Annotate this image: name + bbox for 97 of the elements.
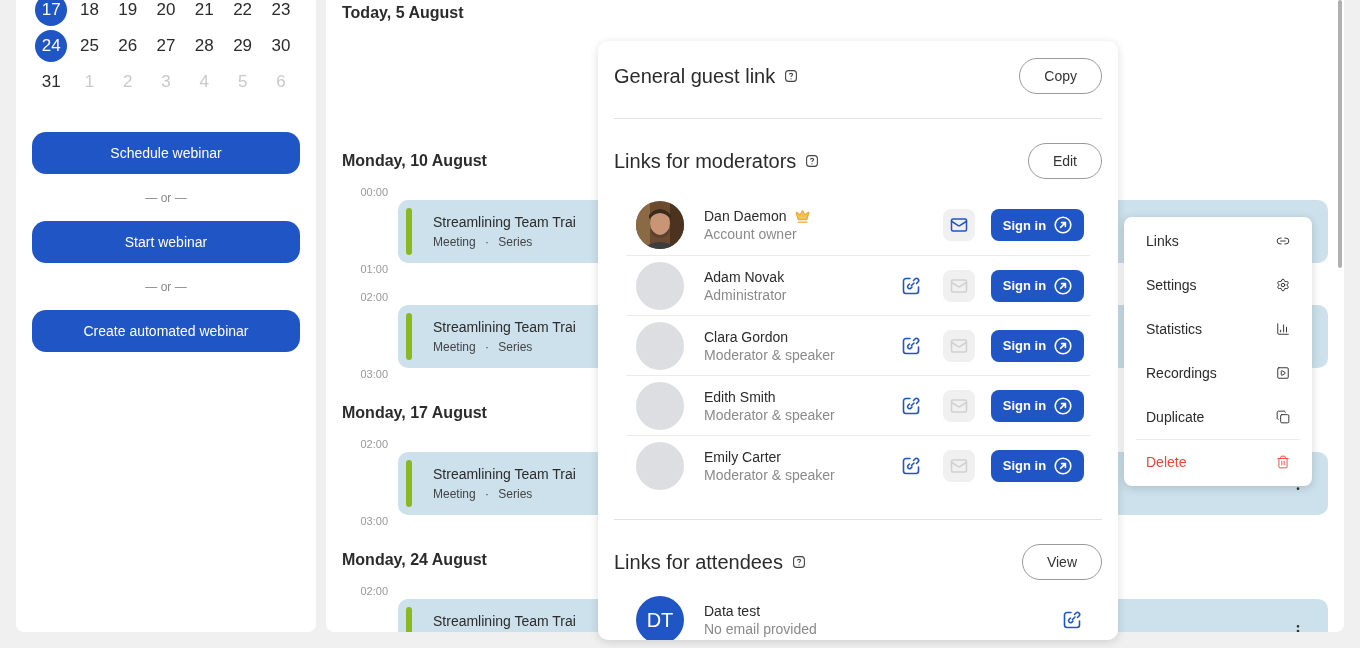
settings-icon bbox=[1276, 278, 1290, 292]
calendar-day[interactable]: 28 bbox=[188, 30, 221, 62]
mail-icon bbox=[950, 396, 968, 415]
event-color-bar bbox=[406, 313, 412, 360]
arrow-circle-icon bbox=[1054, 276, 1073, 295]
sign-in-button[interactable]: Sign in bbox=[991, 389, 1084, 422]
or-separator: — or — bbox=[144, 189, 188, 207]
event-title: Streamlining Team Trai bbox=[433, 214, 576, 230]
section-title: General guest link bbox=[614, 64, 776, 88]
calendar-day[interactable]: 18 bbox=[73, 0, 106, 26]
section-title: Links for attendees bbox=[614, 550, 783, 574]
link-edit-icon bbox=[901, 275, 921, 296]
person-name: Clara Gordon bbox=[704, 328, 789, 345]
calendar-day[interactable]: 29 bbox=[226, 30, 259, 62]
menu-item[interactable]: Settings bbox=[1124, 263, 1312, 307]
link-edit-icon bbox=[901, 335, 921, 356]
person-role: Moderator & speaker bbox=[704, 346, 836, 363]
calendar-day[interactable]: 17 bbox=[35, 0, 68, 26]
menu-item[interactable]: Duplicate bbox=[1124, 395, 1312, 439]
menu-item[interactable]: Delete bbox=[1124, 440, 1312, 484]
person-role: Moderator & speaker bbox=[704, 466, 836, 483]
start-time: 02:00 bbox=[360, 437, 388, 451]
event-meta: Meeting · Series bbox=[433, 235, 533, 249]
day-heading: Monday, 17 August bbox=[342, 403, 487, 423]
copy-icon bbox=[1276, 410, 1290, 424]
event-meta: Meeting · Series bbox=[433, 340, 533, 354]
copy-button[interactable]: Copy bbox=[1019, 58, 1102, 94]
calendar-day[interactable]: 22 bbox=[226, 0, 259, 26]
event-title: Streamlining Team Trai bbox=[433, 466, 576, 482]
help-icon[interactable] bbox=[793, 556, 805, 568]
trash-icon bbox=[1276, 455, 1290, 469]
arrow-circle-icon bbox=[1054, 456, 1073, 475]
calendar-day[interactable]: 27 bbox=[150, 30, 183, 62]
calendar-day[interactable]: 31 bbox=[35, 66, 68, 98]
event-title: Streamlining Team Trai bbox=[433, 319, 576, 335]
bar-chart-icon bbox=[1276, 322, 1290, 336]
person-name: Emily Carter bbox=[704, 448, 781, 465]
mail-icon bbox=[950, 276, 968, 295]
edit-button[interactable]: Edit bbox=[1027, 143, 1102, 179]
arrow-circle-icon bbox=[1054, 336, 1073, 355]
person-role: Account owner bbox=[704, 226, 798, 242]
calendar-day[interactable]: 23 bbox=[264, 0, 297, 26]
avatar-initials: DT bbox=[636, 596, 684, 640]
mail-button[interactable] bbox=[943, 209, 975, 241]
calendar-day[interactable]: 24 bbox=[35, 30, 68, 62]
action-button[interactable]: Schedule webinar bbox=[32, 132, 300, 174]
day-heading: Today, 5 August bbox=[342, 3, 464, 23]
event-color-bar bbox=[406, 460, 412, 507]
person-role: Moderator & speaker bbox=[704, 406, 836, 423]
menu-item[interactable]: Recordings bbox=[1124, 351, 1312, 395]
calendar-day[interactable]: 20 bbox=[150, 0, 183, 26]
action-button[interactable]: Start webinar bbox=[32, 221, 300, 263]
sign-in-button[interactable]: Sign in bbox=[991, 449, 1084, 482]
sign-in-button[interactable]: Sign in bbox=[991, 209, 1084, 241]
arrow-circle-icon bbox=[1054, 396, 1073, 415]
action-button[interactable]: Create automated webinar bbox=[32, 310, 300, 352]
event-color-bar bbox=[406, 208, 412, 255]
person-role: Administrator bbox=[704, 286, 788, 303]
link-edit-icon bbox=[901, 455, 921, 476]
mail-icon bbox=[950, 456, 968, 475]
or-separator: — or — bbox=[144, 278, 188, 296]
link-edit-icon bbox=[1062, 610, 1082, 630]
sign-in-button[interactable]: Sign in bbox=[991, 329, 1084, 362]
calendar-day[interactable]: 26 bbox=[111, 30, 144, 62]
person-email: No email provided bbox=[704, 621, 818, 637]
calendar-day[interactable]: 21 bbox=[188, 0, 221, 26]
calendar-day[interactable]: 19 bbox=[111, 0, 144, 26]
start-time: 02:00 bbox=[360, 290, 388, 304]
day-heading: Monday, 24 August bbox=[342, 550, 487, 570]
link-edit-icon bbox=[901, 395, 921, 416]
menu-item[interactable]: Statistics bbox=[1124, 307, 1312, 351]
person-name: Dan Daemon bbox=[704, 208, 787, 224]
person-name: Adam Novak bbox=[704, 268, 785, 285]
help-icon[interactable] bbox=[785, 70, 798, 82]
link-icon bbox=[1276, 234, 1290, 248]
mail-icon bbox=[950, 216, 968, 234]
start-time: 00:00 bbox=[360, 185, 388, 199]
event-meta: Meeting · Series bbox=[433, 487, 533, 501]
calendar-day[interactable]: 30 bbox=[264, 30, 297, 62]
play-icon bbox=[1276, 366, 1290, 380]
section-title: Links for moderators bbox=[614, 149, 797, 173]
event-title: Streamlining Team Trai bbox=[433, 613, 576, 629]
end-time: 03:00 bbox=[360, 514, 388, 528]
arrow-circle-icon bbox=[1054, 216, 1073, 234]
person-name: Edith Smith bbox=[704, 388, 776, 405]
help-icon[interactable] bbox=[806, 155, 819, 167]
start-time: 02:00 bbox=[360, 584, 388, 598]
scrollbar[interactable] bbox=[1338, 0, 1342, 268]
menu-item[interactable]: Links bbox=[1124, 219, 1312, 263]
day-heading: Monday, 10 August bbox=[342, 151, 487, 171]
end-time: 01:00 bbox=[360, 262, 388, 276]
person-name: Data test bbox=[704, 603, 762, 619]
calendar-day[interactable]: 25 bbox=[73, 30, 106, 62]
end-time: 03:00 bbox=[360, 367, 388, 381]
view-button[interactable]: View bbox=[1021, 544, 1102, 580]
mail-icon bbox=[950, 336, 968, 355]
sign-in-button[interactable]: Sign in bbox=[991, 269, 1084, 302]
